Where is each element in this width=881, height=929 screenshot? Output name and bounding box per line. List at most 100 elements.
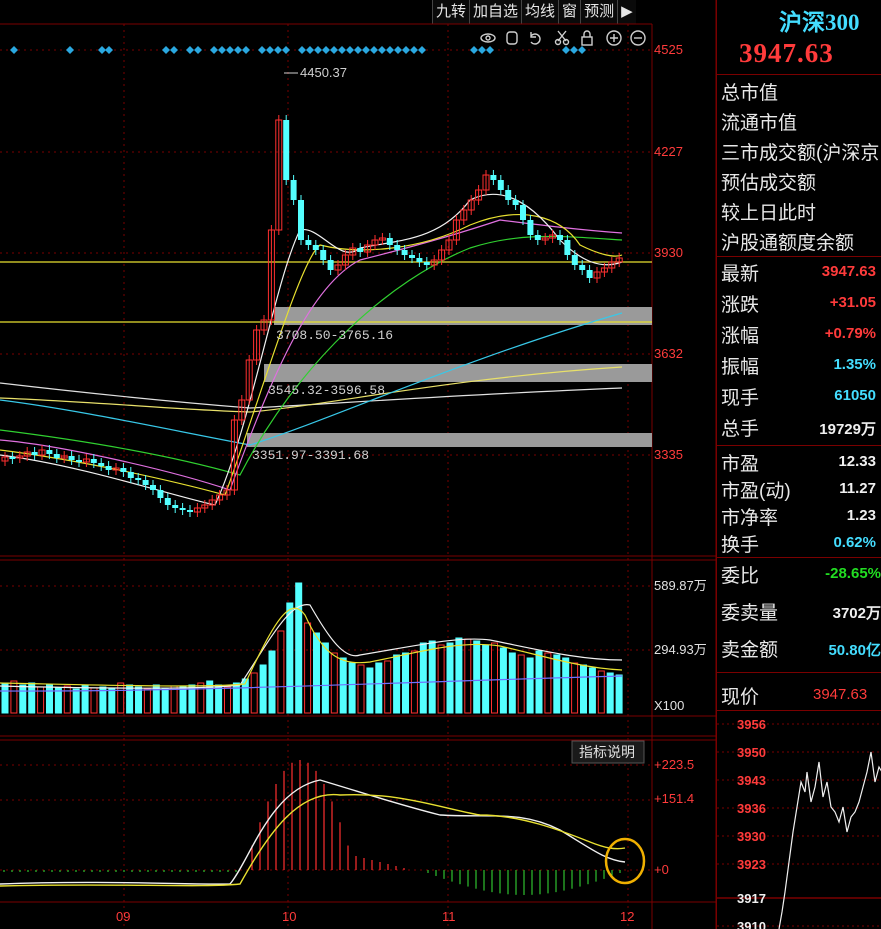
order-rows: 委比 -28.65% 委卖量 3702万卖金额 50.80亿	[721, 560, 881, 671]
macd-histogram	[3, 760, 621, 895]
divider	[717, 557, 881, 558]
stat-est-turnover: 预估成交额	[721, 173, 817, 194]
quote-row-label: 涨跌	[721, 295, 760, 316]
now-price-value: 3947.63	[813, 686, 868, 703]
ratio-rows: 市盈 12.33 市盈(动) 11.27 市净率 1.23 换手 0.62%	[721, 448, 876, 556]
scissors-icon[interactable]	[554, 30, 570, 46]
divider	[717, 445, 881, 446]
intraday-price-line	[778, 751, 881, 929]
zoom-in-icon[interactable]	[606, 30, 622, 46]
quote-row-label: 市盈	[721, 454, 760, 475]
mini-tick: 3910	[737, 919, 766, 929]
mini-tick: 3930	[737, 829, 766, 844]
stat-float-cap: 流通市值	[721, 113, 798, 134]
month-label-10: 10	[282, 909, 296, 924]
quote-row-value: 1.23	[846, 507, 876, 524]
stat-vs-yesterday: 较上日此时	[721, 203, 817, 224]
quote-row-委卖量: 委卖量 3702万	[721, 597, 881, 634]
quote-row-value: 0.62%	[833, 534, 876, 551]
month-label-09: 09	[116, 909, 130, 924]
stat-turnover: 三市成交额(沪深京	[721, 143, 880, 164]
price-tick-3930: 3930	[654, 245, 683, 260]
zone-label-2: 3545.32-3596.58	[268, 383, 385, 398]
quote-row-label: 换手	[721, 535, 760, 556]
now-price-label: 现价	[721, 687, 760, 708]
lock-icon[interactable]	[581, 30, 593, 46]
quote-row-value: 3702万	[832, 605, 881, 622]
quote-row-value: -28.65%	[825, 565, 881, 582]
high-price-label: 4450.37	[300, 65, 347, 80]
volume-tick-high: 589.87万	[654, 578, 707, 593]
quote-row-市盈: 市盈 12.33	[721, 448, 876, 475]
price-tick-3335: 3335	[654, 447, 683, 462]
quote-row-振幅: 振幅 1.35%	[721, 351, 876, 382]
macd-tick-mid: +151.4	[654, 791, 694, 806]
quote-row-label: 总手	[721, 419, 760, 440]
mini-tick: 3943	[737, 773, 766, 788]
quote-row-涨幅: 涨幅 +0.79%	[721, 320, 876, 351]
undo-icon[interactable]	[530, 32, 541, 45]
chart-grid	[0, 0, 716, 929]
divider	[717, 672, 881, 673]
month-label-12: 12	[620, 909, 634, 924]
quote-row-label: 卖金额	[721, 640, 779, 661]
quote-row-label: 委比	[721, 566, 760, 587]
quote-row-value: 12.33	[838, 453, 876, 470]
price-tick-4525: 4525	[654, 42, 683, 57]
quote-row-value: 1.35%	[833, 356, 876, 373]
mini-tick: 3917	[737, 891, 766, 906]
quote-row-委比: 委比 -28.65%	[721, 560, 881, 597]
hand-icon[interactable]	[506, 31, 518, 45]
stat-northbound-quota: 沪股通额度余额	[721, 233, 855, 254]
quote-row-value: +0.79%	[824, 325, 876, 342]
quote-row-value: 3947.63	[821, 263, 876, 280]
intraday-mini-chart[interactable]: 3956 3950 3943 3936 3930 3923 3917 3910	[717, 712, 881, 929]
quote-row-value: 50.80亿	[828, 642, 881, 659]
macd-tick-zero: +0	[654, 862, 669, 877]
quote-row-label: 市净率	[721, 508, 779, 529]
volume-unit: X100	[654, 698, 684, 713]
mini-tick: 3956	[737, 717, 766, 732]
quote-row-总手: 总手 19729万	[721, 413, 876, 444]
quote-row-label: 涨幅	[721, 326, 760, 347]
highlight-circle	[604, 837, 646, 885]
price-tick-4227: 4227	[654, 144, 683, 159]
volume-tick-mid: 294.93万	[654, 642, 707, 657]
mini-tick: 3950	[737, 745, 766, 760]
market-stats: 总市值 流通市值 三市成交额(沪深京 预估成交额 较上日此时 沪股通额度余额	[721, 78, 879, 258]
quote-row-label: 现手	[721, 388, 760, 409]
quote-row-最新: 最新 3947.63	[721, 258, 876, 289]
quote-panel: 沪深300 3947.63 总市值 流通市值 三市成交额(沪深京 预估成交额 较…	[716, 0, 881, 929]
quote-row-涨跌: 涨跌 +31.05	[721, 289, 876, 320]
stat-total-cap: 总市值	[721, 83, 779, 104]
quote-row-label: 市盈(动)	[721, 481, 791, 502]
quote-row-市盈(动): 市盈(动) 11.27	[721, 475, 876, 502]
quote-row-value: 61050	[834, 387, 876, 404]
zone-label-3: 3351.97-3391.68	[252, 448, 369, 463]
eye-icon[interactable]	[480, 33, 496, 43]
quote-row-市净率: 市净率 1.23	[721, 502, 876, 529]
quote-row-label: 委卖量	[721, 603, 779, 624]
quote-row-value: 11.27	[839, 480, 876, 497]
quote-row-value: +31.05	[829, 294, 876, 311]
index-name: 沪深300	[779, 10, 860, 35]
month-label-11: 11	[442, 909, 456, 924]
quote-row-label: 振幅	[721, 357, 760, 378]
quote-row-卖金额: 卖金额 50.80亿	[721, 634, 881, 671]
mini-tick: 3936	[737, 801, 766, 816]
panel-header: 沪深300 3947.63	[717, 0, 881, 75]
indicator-help-label: 指标说明	[579, 744, 635, 760]
price-tick-3632: 3632	[654, 346, 683, 361]
quote-row-label: 最新	[721, 264, 760, 285]
divider	[717, 710, 881, 711]
zoom-out-icon[interactable]	[630, 30, 646, 46]
zone-label-1: 3708.50-3765.16	[276, 328, 393, 343]
kline-chart-area[interactable]: 4450.37 3708.50-3765.16 3545.32-3596.58 …	[0, 0, 716, 929]
index-price: 3947.63	[739, 38, 834, 68]
quote-rows: 最新 3947.63 涨跌 +31.05 涨幅 +0.79% 振幅 1.35% 现手 61050 总…	[721, 258, 876, 444]
quote-row-换手: 换手 0.62%	[721, 529, 876, 556]
divider	[717, 256, 881, 257]
macd-tick-high: +223.5	[654, 757, 694, 772]
quote-row-value: 19729万	[819, 421, 876, 438]
quote-row-现手: 现手 61050	[721, 382, 876, 413]
